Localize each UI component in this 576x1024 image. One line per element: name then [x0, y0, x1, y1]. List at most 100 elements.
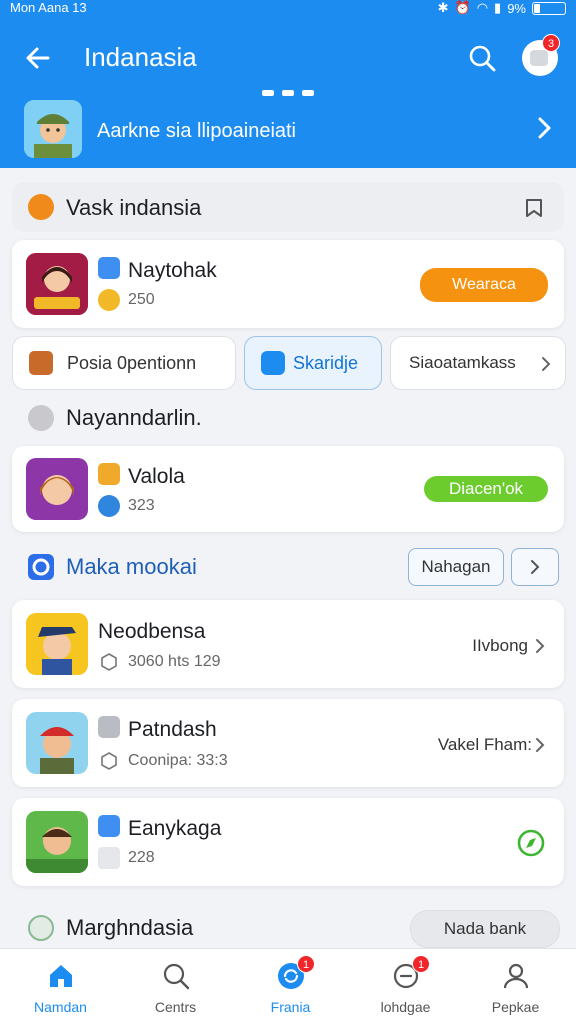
chevron-right-icon[interactable] — [530, 114, 558, 142]
status-time: Mon Aana 13 — [10, 0, 87, 15]
search-icon — [163, 963, 190, 990]
carousel-dot — [302, 90, 314, 96]
section-action-button[interactable]: Nada bank — [410, 910, 560, 948]
battery-percent: 9% — [507, 0, 526, 16]
tab-lohdgae[interactable]: 1 lohdgae — [348, 949, 463, 1024]
chevron-right-icon — [542, 357, 551, 371]
back-arrow-icon[interactable] — [22, 42, 54, 74]
chip-siaoatamkass[interactable]: Siaoatamkass — [390, 336, 566, 390]
leaf-icon — [28, 915, 54, 941]
wifi-icon: ◠ — [476, 0, 489, 15]
notification-badge: 3 — [542, 34, 560, 52]
tab-badge: 1 — [297, 955, 315, 973]
chip-label: Posia 0pentionn — [67, 353, 197, 373]
app-card-eanykaga[interactable]: Eanykaga 228 — [12, 798, 564, 886]
page-title: Indanasia — [84, 42, 197, 72]
profile-icon — [503, 963, 529, 989]
app-icon-eanykaga — [26, 811, 88, 873]
battery-icon — [532, 1, 566, 15]
app-meta: 250 — [128, 291, 155, 308]
app-logo-icon — [28, 554, 54, 580]
profile-notification-button[interactable]: 3 — [522, 34, 560, 76]
app-name: Valola — [128, 465, 185, 488]
globe-icon — [98, 495, 120, 517]
tab-centrs[interactable]: Centrs — [118, 949, 233, 1024]
tab-label: Centrs — [154, 999, 197, 1015]
search-icon[interactable] — [466, 42, 498, 74]
status-bar: Mon Aana 13 ✱ ⏰ ◠ ▮ 9% — [10, 0, 566, 16]
action-button[interactable]: Diacen'ok — [424, 476, 548, 502]
app-icon-neodbensa — [26, 613, 88, 675]
category-tag-icon — [98, 815, 120, 837]
section-title: Nayanndarlin. — [66, 405, 202, 430]
section-title: Marghndasia — [66, 915, 194, 940]
chevron-right-icon — [536, 738, 545, 752]
mail-icon — [98, 847, 120, 869]
signal-icon: ▮ — [494, 0, 502, 15]
compass-icon[interactable] — [516, 828, 546, 858]
section-action-button[interactable]: Nahagan — [408, 548, 504, 586]
app-card-neodbensa[interactable]: Neodbensa 3060 hts 129 IIvbong — [12, 600, 564, 688]
tab-frania[interactable]: 1 Frania — [233, 949, 348, 1024]
banner-text[interactable]: Aarkne sia llipoaineiati — [97, 120, 296, 143]
app-header: Mon Aana 13 ✱ ⏰ ◠ ▮ 9% Indanasia 3 Aarkn… — [0, 0, 576, 168]
pencil-icon — [29, 351, 53, 375]
carousel-dots — [262, 90, 314, 96]
chip-posia[interactable]: Posia 0pentionn — [12, 336, 236, 390]
app-card-valola[interactable]: Valola 323 Diacen'ok — [12, 446, 564, 532]
tab-namdan[interactable]: Namdan — [3, 949, 118, 1024]
section-vask-header: Vask indansia — [12, 182, 564, 232]
section-title: Vask indansia — [66, 195, 202, 220]
banner-avatar-icon[interactable] — [24, 100, 82, 158]
carousel-dot — [282, 90, 294, 96]
app-meta: 323 — [128, 497, 155, 514]
app-card-patndash[interactable]: Patndash Coonipa: 33:3 Vakel Fham: — [12, 699, 564, 787]
section-next-button[interactable] — [511, 548, 559, 586]
detail-link-label: Vakel Fham: — [437, 735, 532, 754]
app-icon-valola — [26, 458, 88, 520]
app-name: Eanykaga — [128, 817, 222, 840]
tab-label: Pepkae — [491, 999, 540, 1015]
action-button[interactable]: Wearaca — [420, 268, 548, 302]
category-tag-icon — [98, 716, 120, 738]
app-icon-naytohak — [26, 253, 88, 315]
category-tag-icon — [98, 463, 120, 485]
detail-link[interactable]: IIvbong — [472, 636, 546, 656]
bottom-tab-bar: Namdan Centrs 1 Frania 1 lohdgae Pepkae — [0, 948, 576, 1024]
bookmark-icon[interactable] — [522, 196, 546, 220]
detail-link-label: IIvbong — [472, 636, 528, 655]
app-meta: 228 — [128, 849, 155, 866]
bluetooth-icon: ✱ — [437, 0, 449, 15]
status-icons: ✱ ⏰ ◠ ▮ 9% — [438, 0, 566, 16]
tab-pepkae[interactable]: Pepkae — [458, 949, 573, 1024]
cube-icon — [101, 752, 117, 770]
app-meta: 3060 hts 129 — [128, 653, 221, 670]
app-name: Naytohak — [128, 259, 217, 282]
tab-badge: 1 — [412, 955, 430, 973]
category-tag-icon — [98, 257, 120, 279]
alarm-icon: ⏰ — [454, 0, 471, 15]
home-icon — [50, 965, 72, 987]
app-meta: Coonipa: 33:3 — [128, 752, 228, 769]
user-icon — [28, 405, 54, 431]
chip-label: Siaoatamkass — [409, 353, 516, 372]
tab-label: Namdan — [34, 999, 87, 1015]
chip-skaridje[interactable]: Skaridje — [244, 336, 382, 390]
chevron-right-icon — [531, 560, 540, 574]
message-icon — [530, 50, 548, 66]
app-name: Patndash — [128, 718, 217, 741]
tab-label: Frania — [270, 999, 311, 1015]
tab-label: lohdgae — [380, 999, 431, 1015]
chevron-right-icon — [536, 639, 545, 653]
app-card-naytohak[interactable]: Naytohak 250 Wearaca — [12, 240, 564, 328]
battery-level — [534, 3, 540, 13]
top-bar: Indanasia 3 — [0, 30, 576, 86]
cube-icon — [101, 653, 117, 671]
pin-icon — [28, 194, 54, 220]
coin-icon — [98, 289, 120, 311]
app-name: Neodbensa — [98, 620, 206, 643]
detail-link[interactable]: Vakel Fham: — [438, 735, 546, 755]
carousel-dot — [262, 90, 274, 96]
share-icon — [261, 351, 285, 375]
section-nayan-header: Nayanndarlin. — [12, 398, 564, 438]
